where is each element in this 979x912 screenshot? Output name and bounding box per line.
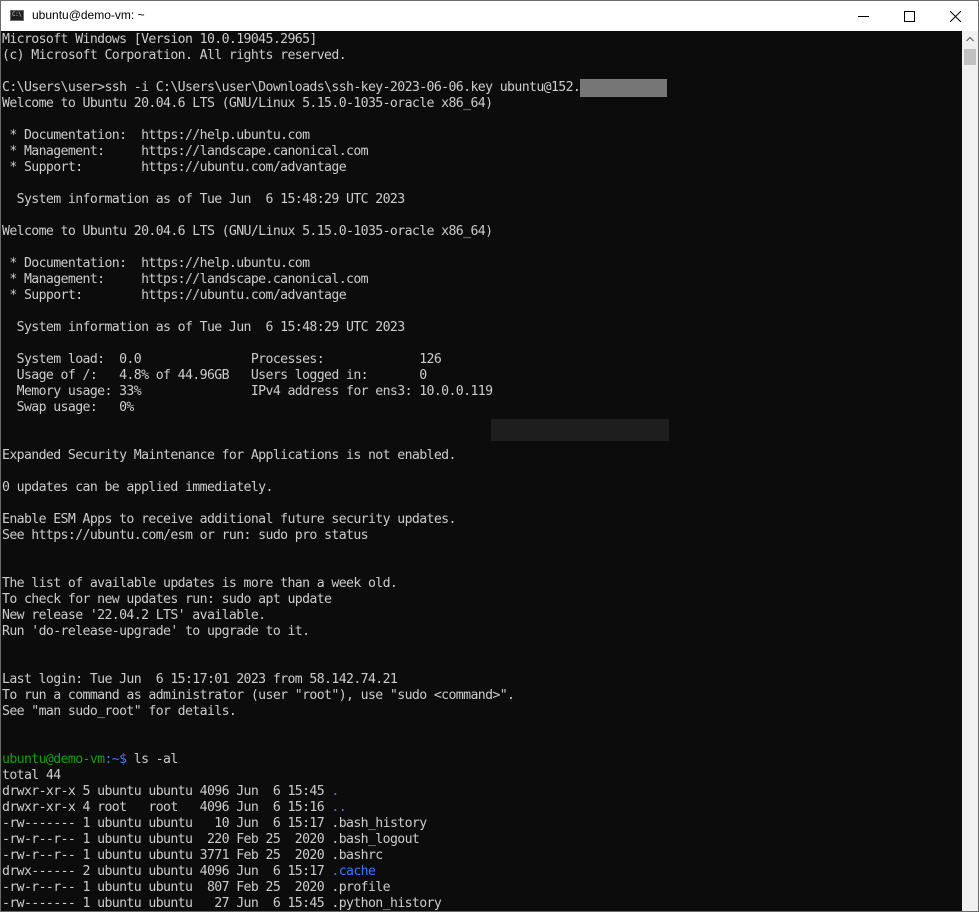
console-app-icon[interactable]: C:\ <box>10 10 24 21</box>
listing-meta: drwx------ 2 ubuntu ubuntu 4096 Jun 6 15… <box>2 864 332 879</box>
listing-row: -rw-r--r-- 1 ubuntu ubuntu 220 Feb 25 20… <box>2 832 667 848</box>
console-output[interactable]: Microsoft Windows [Version 10.0.19045.29… <box>1 31 962 911</box>
listing-meta: -rw------- 1 ubuntu ubuntu 27 Jun 6 15:4… <box>2 896 332 911</box>
console-line: total 44 <box>2 768 61 783</box>
listing-row: -rw------- 1 ubuntu ubuntu 27 Jun 6 15:4… <box>2 896 667 911</box>
listing-meta: -rw-r--r-- 1 ubuntu ubuntu 3771 Feb 25 2… <box>2 848 332 863</box>
listing-filename: .bash_logout <box>331 832 420 847</box>
console-line: Swap usage: 0% <box>2 400 135 415</box>
console-line: See "man sudo_root" for details. <box>2 704 237 719</box>
listing-meta: drwxr-xr-x 4 root root 4096 Jun 6 15:16 <box>2 800 332 815</box>
listing-row: -rw-r--r-- 1 ubuntu ubuntu 3771 Feb 25 2… <box>2 848 667 864</box>
console-line: System information as of Tue Jun 6 15:48… <box>2 192 406 207</box>
console-line: Welcome to Ubuntu 20.04.6 LTS (GNU/Linux… <box>2 224 493 239</box>
console-line: Enable ESM Apps to receive additional fu… <box>2 512 456 527</box>
listing-meta: -rw-r--r-- 1 ubuntu ubuntu 807 Feb 25 20… <box>2 880 332 895</box>
listing-meta: -rw-r--r-- 1 ubuntu ubuntu 220 Feb 25 20… <box>2 832 332 847</box>
console-line: * Management: https://landscape.canonica… <box>2 272 368 287</box>
console-lines: Microsoft Windows [Version 10.0.19045.29… <box>2 32 668 911</box>
console-line: To run a command as administrator (user … <box>2 688 515 703</box>
console-line: Microsoft Windows [Version 10.0.19045.29… <box>2 32 317 47</box>
console-line: System information as of Tue Jun 6 15:48… <box>2 320 406 335</box>
listing-filename: . <box>331 784 339 799</box>
listing-row: drwx------ 2 ubuntu ubuntu 4096 Jun 6 15… <box>2 864 667 880</box>
console-line: Expanded Security Maintenance for Applic… <box>2 448 456 463</box>
listing-row: -rw------- 1 ubuntu ubuntu 10 Jun 6 15:1… <box>2 816 667 832</box>
console-line: (c) Microsoft Corporation. All rights re… <box>2 48 347 63</box>
listing-row: drwxr-xr-x 4 root root 4096 Jun 6 15:16 … <box>2 800 667 816</box>
console-line: 0 updates can be applied immediately. <box>2 480 273 495</box>
scroll-up-button[interactable] <box>962 31 978 48</box>
console-line: Run 'do-release-upgrade' to upgrade to i… <box>2 624 310 639</box>
maximize-button[interactable] <box>886 1 932 31</box>
console-line: Last login: Tue Jun 6 15:17:01 2023 from… <box>2 672 398 687</box>
prompt-path: :~$ <box>104 752 127 767</box>
window-title: ubuntu@demo-vm: ~ <box>32 8 145 22</box>
console-line: The list of available updates is more th… <box>2 576 398 591</box>
vertical-scrollbar[interactable] <box>962 31 978 911</box>
minimize-button[interactable] <box>840 1 886 31</box>
prompt-command: ls -al <box>126 752 179 767</box>
listing-filename: .. <box>331 800 347 815</box>
ssh-command-text: C:\Users\user>ssh -i C:\Users\user\Downl… <box>2 80 581 95</box>
prompt-line: ubuntu@demo-vm:~$ ls -al <box>2 752 667 768</box>
close-button[interactable] <box>932 1 978 31</box>
console-line: System load: 0.0 Processes: 126 <box>2 352 442 367</box>
console-line: Welcome to Ubuntu 20.04.6 LTS (GNU/Linux… <box>2 96 493 111</box>
console-line: Memory usage: 33% IPv4 address for ens3:… <box>2 384 493 399</box>
console-line: * Management: https://landscape.canonica… <box>2 144 368 159</box>
title-bar[interactable]: C:\ ubuntu@demo-vm: ~ <box>1 1 978 31</box>
close-icon <box>950 11 961 22</box>
redacted-ip <box>580 79 668 97</box>
listing-filename: .cache <box>331 864 376 879</box>
listing-filename: .bash_history <box>331 816 427 831</box>
listing-meta: -rw------- 1 ubuntu ubuntu 10 Jun 6 15:1… <box>2 816 332 831</box>
maximize-icon <box>904 11 915 22</box>
console-line: * Support: https://ubuntu.com/advantage <box>2 288 347 303</box>
console-line: * Documentation: https://help.ubuntu.com <box>2 128 310 143</box>
ssh-command-line: C:\Users\user>ssh -i C:\Users\user\Downl… <box>2 79 668 97</box>
minimize-icon <box>858 16 869 17</box>
console-line: Usage of /: 4.8% of 44.96GB Users logged… <box>2 368 428 383</box>
listing-row: -rw-r--r-- 1 ubuntu ubuntu 807 Feb 25 20… <box>2 880 667 896</box>
listing-meta: drwxr-xr-x 5 ubuntu ubuntu 4096 Jun 6 15… <box>2 784 332 799</box>
console-line: * Documentation: https://help.ubuntu.com <box>2 256 310 271</box>
listing-filename: .python_history <box>331 896 442 911</box>
console-window: C:\ ubuntu@demo-vm: ~ Microsoft Windows … <box>0 0 979 912</box>
console-line: New release '22.04.2 LTS' available. <box>2 608 266 623</box>
console-line: See https://ubuntu.com/esm or run: sudo … <box>2 528 369 543</box>
console-line: * Support: https://ubuntu.com/advantage <box>2 160 347 175</box>
scroll-thumb[interactable] <box>964 49 976 65</box>
listing-filename: .profile <box>331 880 390 895</box>
console-line: To check for new updates run: sudo apt u… <box>2 592 332 607</box>
prompt-user-host: ubuntu@demo-vm <box>2 752 105 767</box>
listing-row: drwxr-xr-x 5 ubuntu ubuntu 4096 Jun 6 15… <box>2 784 667 800</box>
listing-filename: .bashrc <box>331 848 383 863</box>
chevron-up-icon <box>966 36 974 42</box>
